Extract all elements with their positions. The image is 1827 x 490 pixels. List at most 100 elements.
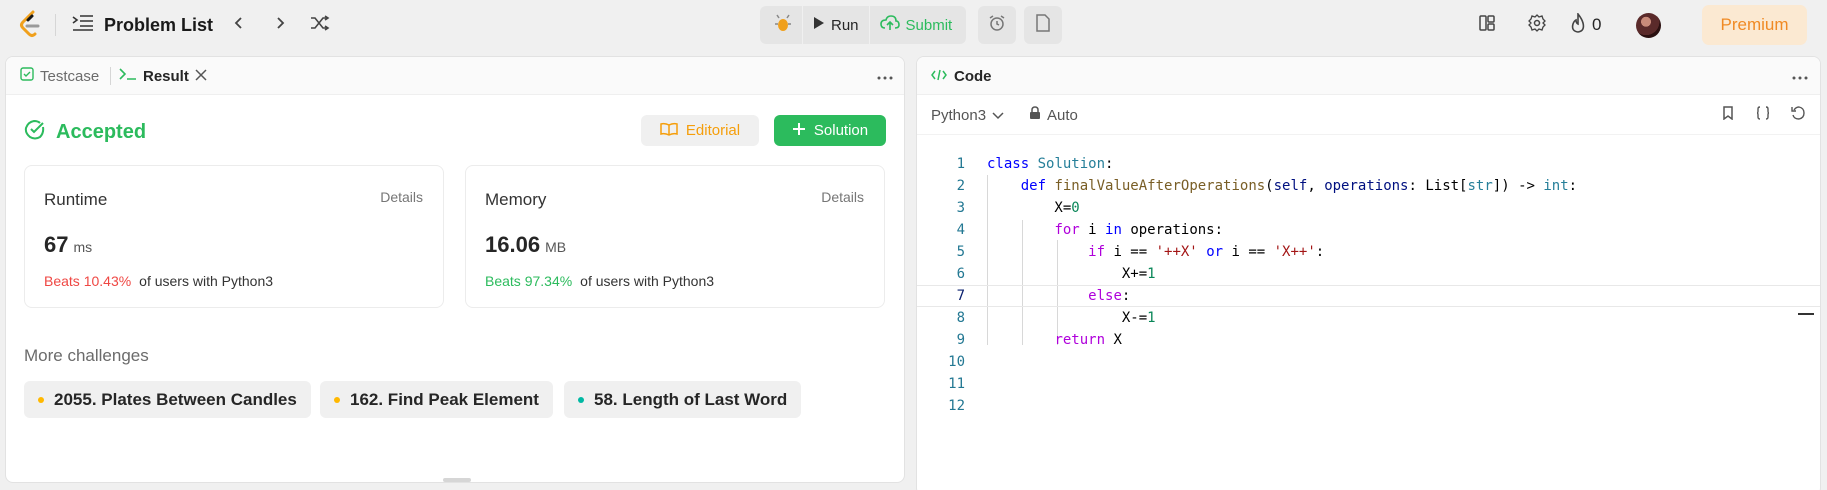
difficulty-dot — [38, 396, 44, 403]
submit-button[interactable]: Submit — [870, 6, 963, 44]
more-options-button[interactable] — [874, 65, 896, 87]
memory-beats-percent: Beats 97.34% — [485, 273, 573, 289]
code-line: 2 def finalValueAfterOperations(self, op… — [917, 175, 1820, 197]
problem-list-label: Problem List — [104, 14, 214, 35]
code-text: X+=1 — [987, 266, 1156, 282]
memory-card[interactable]: Memory Details 16.06 MB Beats 97.34% of … — [465, 165, 885, 308]
run-label: Run — [831, 16, 859, 34]
format-button[interactable] — [1752, 104, 1774, 126]
tab-testcase-label: Testcase — [40, 67, 100, 85]
difficulty-dot — [334, 396, 340, 403]
code-text: def finalValueAfterOperations(self, oper… — [1020, 178, 1578, 194]
solution-button[interactable]: Solution — [774, 115, 886, 146]
notes-button[interactable] — [1024, 6, 1062, 44]
random-problem-button[interactable] — [307, 12, 333, 38]
resize-handle[interactable] — [443, 478, 471, 482]
code-text: for i in operations: — [1054, 222, 1224, 238]
panel-header: Testcase Result — [6, 57, 904, 95]
debug-button[interactable] — [764, 6, 802, 44]
runtime-details-link[interactable]: Details — [380, 189, 423, 205]
book-icon — [660, 122, 678, 140]
timer-button[interactable] — [978, 6, 1016, 44]
editorial-label: Editorial — [685, 122, 741, 139]
tab-code[interactable]: Code — [931, 57, 992, 95]
code-line: 12 — [917, 395, 1820, 417]
memory-details-link[interactable]: Details — [821, 189, 864, 205]
divider — [55, 14, 56, 36]
premium-button[interactable]: Premium — [1702, 5, 1807, 45]
debug-icon — [774, 14, 792, 36]
code-line: 8 X-=1 — [917, 307, 1820, 329]
layout-button[interactable] — [1474, 12, 1500, 38]
line-number: 4 — [956, 222, 965, 238]
line-number: 11 — [948, 376, 965, 392]
layout-icon — [1478, 14, 1496, 37]
challenge-label: 162. Find Peak Element — [350, 389, 539, 409]
run-button[interactable]: Run — [803, 6, 869, 44]
code-text: X=0 — [987, 200, 1080, 216]
more-icon — [877, 67, 893, 85]
fire-icon — [1570, 11, 1586, 38]
panel-header: Code — [917, 57, 1820, 95]
reset-icon — [1791, 106, 1805, 124]
streak-count: 0 — [1592, 15, 1602, 34]
code-line: 3 X=0 — [917, 197, 1820, 219]
alarm-icon — [988, 14, 1006, 37]
auto-mode-toggle[interactable]: Auto — [1029, 95, 1078, 135]
check-square-icon — [20, 67, 34, 85]
code-line: 1 class Solution: — [917, 153, 1820, 175]
divider — [110, 67, 111, 85]
code-text: class Solution: — [987, 156, 1114, 172]
editorial-button[interactable]: Editorial — [641, 115, 759, 146]
code-text: if i == '++X' or i == 'X++': — [1088, 244, 1325, 260]
close-icon[interactable] — [195, 68, 207, 85]
avatar[interactable] — [1636, 13, 1661, 38]
code-text: return X — [1054, 332, 1122, 348]
more-challenges-title: More challenges — [24, 346, 149, 365]
tab-result-label: Result — [143, 67, 189, 85]
result-panel: Testcase Result Accepted Editorial Solut… — [5, 56, 905, 483]
challenge-chip[interactable]: 2055. Plates Between Candles — [24, 381, 311, 418]
accepted-status: Accepted — [24, 119, 146, 146]
prev-problem-button[interactable] — [226, 12, 252, 38]
auto-label: Auto — [1047, 106, 1078, 124]
next-problem-button[interactable] — [267, 12, 293, 38]
settings-button[interactable] — [1524, 12, 1550, 38]
problem-list-button[interactable]: Problem List — [72, 12, 213, 38]
runtime-beats: Beats 10.43% of users with Python3 — [44, 273, 273, 289]
streak-counter[interactable]: 0 — [1570, 11, 1602, 38]
tab-code-label: Code — [954, 67, 992, 85]
challenge-label: 2055. Plates Between Candles — [54, 389, 297, 409]
status-label: Accepted — [56, 121, 147, 143]
play-icon — [813, 16, 825, 34]
runtime-number: 67 — [44, 232, 69, 257]
more-options-button[interactable] — [1789, 65, 1811, 87]
code-line: 4 for i in operations: — [917, 219, 1820, 241]
reset-code-button[interactable] — [1787, 104, 1809, 126]
runtime-title: Runtime — [44, 190, 108, 209]
lock-icon — [1029, 106, 1041, 124]
line-number: 7 — [956, 288, 965, 304]
tab-testcase[interactable]: Testcase — [20, 57, 99, 95]
runtime-beats-percent: Beats 10.43% — [44, 273, 132, 289]
language-label: Python3 — [931, 106, 987, 124]
challenge-chip[interactable]: 162. Find Peak Element — [320, 381, 553, 418]
line-number: 12 — [948, 398, 965, 414]
code-text: else: — [1088, 288, 1131, 304]
challenge-label: 58. Length of Last Word — [594, 389, 788, 409]
line-number: 5 — [956, 244, 965, 260]
language-select[interactable]: Python3 — [931, 95, 1004, 135]
code-editor[interactable]: 1 class Solution: 2 def finalValueAfterO… — [917, 135, 1820, 490]
gear-icon — [1528, 13, 1546, 37]
chevron-left-icon — [234, 16, 244, 35]
more-icon — [1792, 67, 1808, 85]
bookmark-button[interactable] — [1717, 104, 1739, 126]
run-submit-group: Run Submit — [760, 6, 967, 44]
memory-beats: Beats 97.34% of users with Python3 — [485, 273, 714, 289]
logo-icon[interactable] — [18, 10, 44, 40]
runtime-card[interactable]: Runtime Details 67 ms Beats 10.43% of us… — [24, 165, 444, 308]
line-number: 6 — [956, 266, 965, 282]
challenge-chip[interactable]: 58. Length of Last Word — [564, 381, 802, 418]
tab-result[interactable]: Result — [119, 57, 207, 95]
line-number: 8 — [956, 310, 965, 326]
